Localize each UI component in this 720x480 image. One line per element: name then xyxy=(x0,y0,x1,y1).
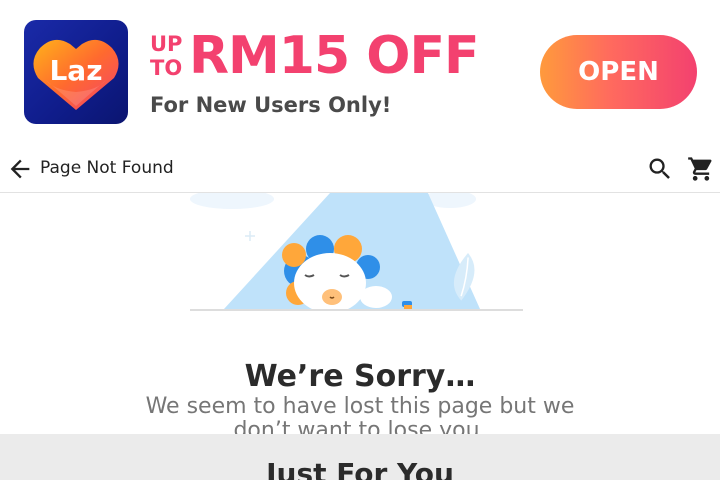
search-icon[interactable] xyxy=(646,155,674,183)
arrow-back-icon[interactable] xyxy=(6,155,34,183)
promo-prefix-line2: TO xyxy=(150,56,183,80)
promo-banner[interactable]: Laz UP TO RM15 OFF For New Users Only! O… xyxy=(0,0,720,144)
recommendations-title: Just For You xyxy=(266,457,454,480)
recommendations-section: Just For You xyxy=(0,434,720,480)
logo-text: Laz xyxy=(49,54,102,87)
top-app-bar: Page Not Found xyxy=(0,144,720,193)
promo-prefix-line1: UP xyxy=(150,32,183,56)
promo-prefix: UP TO xyxy=(150,32,186,80)
lazada-app-logo: Laz xyxy=(24,20,128,124)
page-title: Page Not Found xyxy=(40,158,174,178)
promo-subtitle: For New Users Only! xyxy=(150,93,392,117)
sleeping-lion-illustration xyxy=(180,189,530,315)
heart-logo-icon: Laz xyxy=(33,39,119,111)
promo-amount: RM15 OFF xyxy=(189,26,480,86)
shopping-cart-icon[interactable] xyxy=(687,155,715,183)
open-app-button[interactable]: OPEN xyxy=(540,35,697,109)
error-title: We’re Sorry… xyxy=(244,359,476,394)
